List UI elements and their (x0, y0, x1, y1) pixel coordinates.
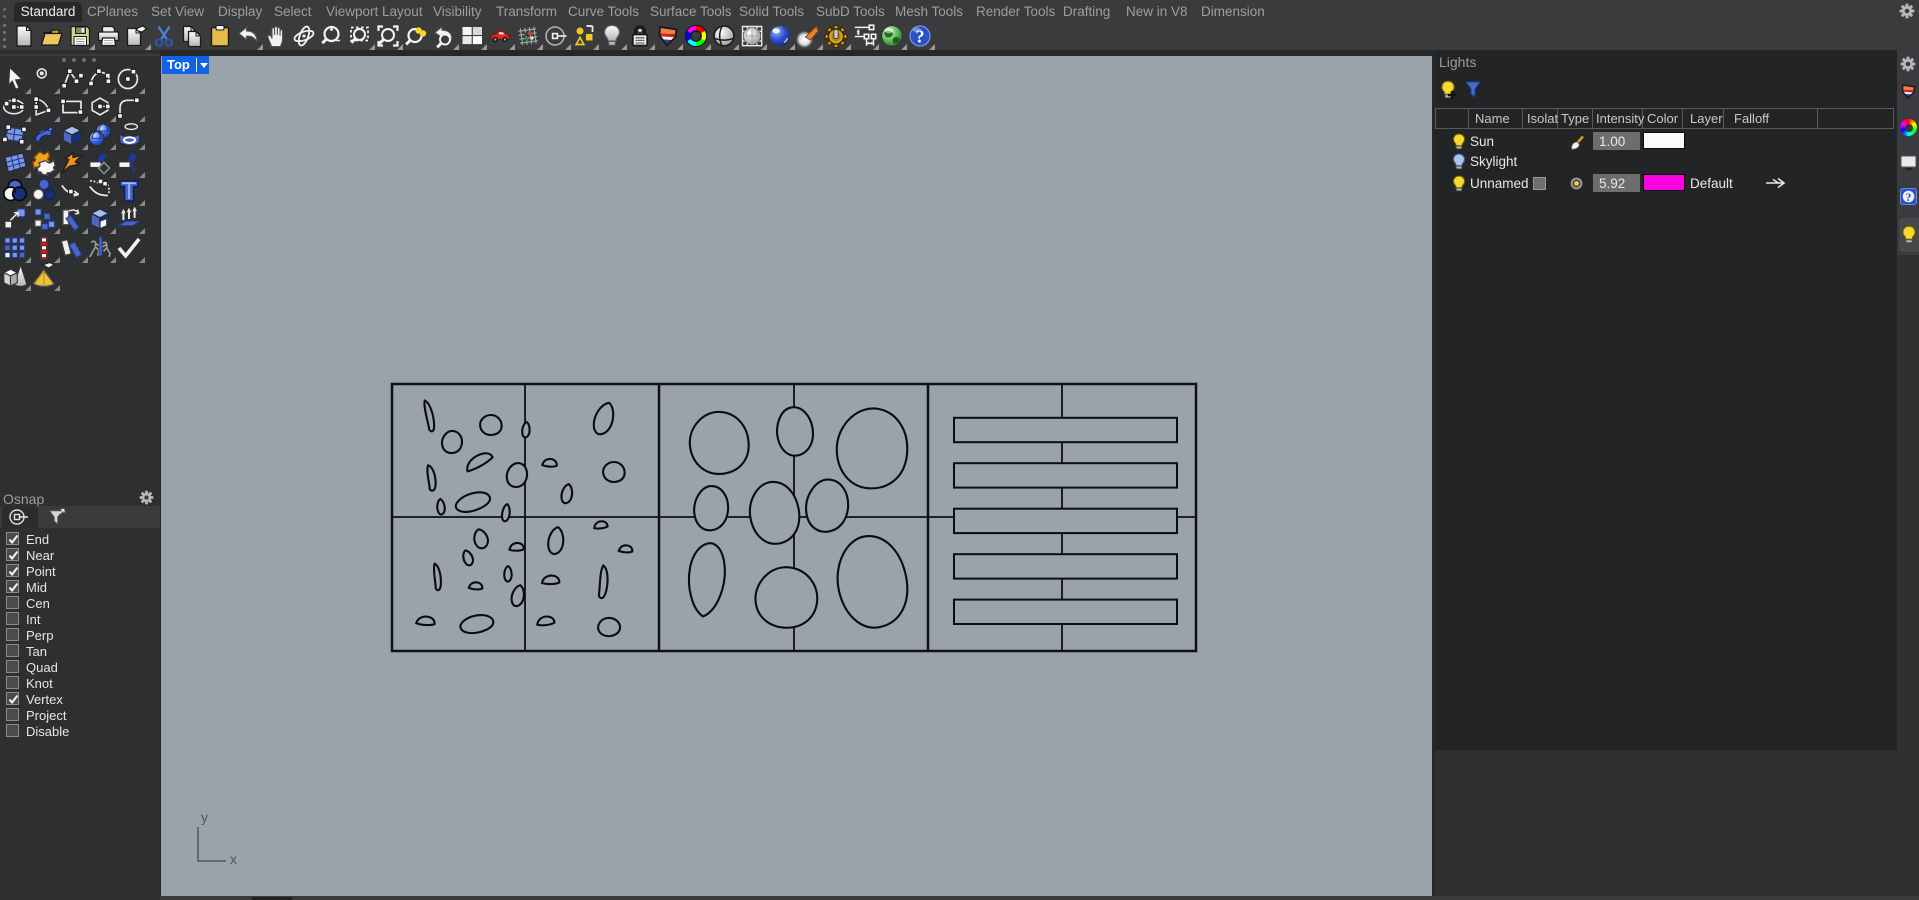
svg-text:x: x (230, 851, 237, 867)
svg-text:y: y (201, 809, 208, 825)
svg-text:?: ? (1906, 190, 1912, 204)
